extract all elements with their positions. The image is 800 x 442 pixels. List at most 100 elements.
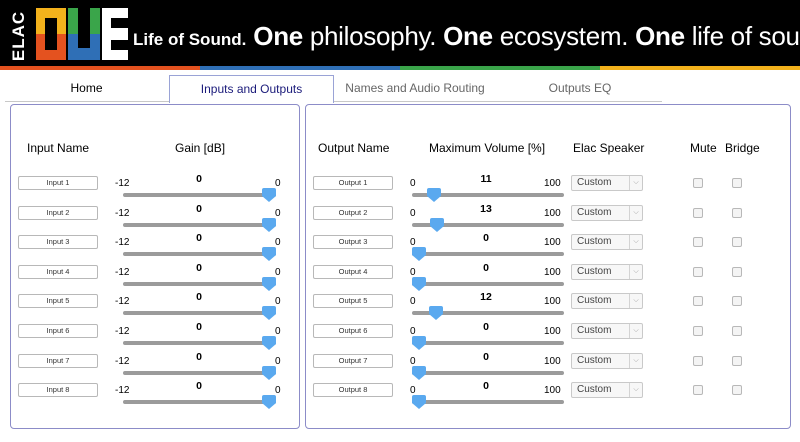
gain-slider-thumb[interactable] — [262, 306, 276, 321]
chevron-down-icon: ⌵ — [629, 205, 642, 220]
mute-checkbox[interactable] — [693, 207, 703, 218]
bridge-checkbox[interactable] — [732, 207, 742, 218]
gain-min-label: -12 — [115, 266, 130, 278]
volume-slider-thumb[interactable] — [428, 306, 443, 321]
elac-speaker-select-value: Custom — [577, 384, 612, 396]
gain-slider-track[interactable] — [123, 252, 276, 257]
gain-slider-track[interactable] — [123, 341, 276, 345]
one-logo — [36, 8, 128, 60]
bridge-checkbox[interactable] — [732, 385, 742, 396]
volume-max-label: 100 — [544, 296, 561, 308]
gain-slider-track[interactable] — [123, 400, 276, 405]
output-name-field[interactable]: Output 4 — [313, 264, 393, 279]
volume-slider-track[interactable] — [412, 252, 564, 257]
chevron-down-icon: ⌵ — [629, 235, 642, 250]
elac-speaker-select[interactable]: Custom ⌵ — [571, 293, 643, 310]
output-name-field[interactable]: Output 3 — [313, 235, 393, 250]
elac-speaker-select[interactable]: Custom ⌵ — [571, 382, 643, 399]
volume-slider-thumb[interactable] — [412, 336, 426, 350]
elac-speaker-select[interactable]: Custom ⌵ — [571, 352, 643, 369]
volume-slider-thumb[interactable] — [412, 276, 426, 291]
gain-min-label: -12 — [115, 207, 130, 219]
volume-slider-thumb[interactable] — [412, 365, 426, 380]
bridge-checkbox[interactable] — [732, 296, 742, 307]
mute-checkbox[interactable] — [693, 178, 703, 188]
bridge-checkbox[interactable] — [732, 237, 742, 248]
mute-checkbox[interactable] — [693, 296, 703, 307]
gain-slider-track[interactable] — [123, 281, 276, 286]
gain-slider-track[interactable] — [123, 370, 276, 375]
elac-speaker-select[interactable]: Custom ⌵ — [571, 175, 643, 191]
volume-slider-thumb[interactable] — [427, 188, 442, 202]
volume-max-label: 100 — [544, 326, 561, 337]
chevron-down-icon: ⌵ — [629, 383, 642, 398]
volume-value: 0 — [483, 321, 489, 333]
gain-value: 0 — [196, 232, 202, 245]
elac-speaker-select[interactable]: Custom ⌵ — [571, 323, 643, 339]
output-name-field[interactable]: Output 8 — [313, 383, 393, 398]
tab-outputs-eq[interactable]: Outputs EQ — [500, 75, 660, 102]
volume-slider-thumb[interactable] — [429, 217, 444, 232]
outputs-panel: Output Name Maximum Volume [%] Elac Spea… — [305, 104, 791, 429]
input-name-field[interactable]: Input 8 — [18, 383, 98, 398]
bridge-checkbox[interactable] — [732, 266, 742, 277]
elac-speaker-select-value: Custom — [577, 354, 612, 366]
elac-logo: ELAC — [8, 6, 34, 62]
bridge-checkbox[interactable] — [732, 326, 742, 336]
gain-slider-track[interactable] — [123, 222, 276, 227]
elac-speaker-select-value: Custom — [577, 325, 612, 336]
input-name-field[interactable]: Input 4 — [18, 264, 98, 279]
gain-slider-thumb[interactable] — [262, 247, 276, 262]
chevron-down-icon: ⌵ — [629, 264, 642, 279]
elac-speaker-select[interactable]: Custom ⌵ — [571, 263, 643, 280]
tab-home[interactable]: Home — [5, 75, 168, 102]
output-name-field[interactable]: Output 6 — [313, 324, 393, 338]
input-name-field[interactable]: Input 2 — [18, 205, 98, 220]
bridge-checkbox[interactable] — [732, 178, 742, 188]
input-name-header: Input Name — [27, 141, 90, 155]
gain-slider-thumb[interactable] — [262, 365, 276, 380]
elac-speaker-select[interactable]: Custom ⌵ — [571, 234, 643, 251]
tab-inputs-and-outputs[interactable]: Inputs and Outputs — [169, 75, 334, 103]
gain-slider-track[interactable] — [123, 311, 276, 316]
output-name-field[interactable]: Output 1 — [313, 176, 393, 190]
gain-slider-thumb[interactable] — [262, 276, 276, 291]
mute-checkbox[interactable] — [693, 237, 703, 248]
mute-checkbox[interactable] — [693, 355, 703, 366]
chevron-down-icon: ⌵ — [629, 176, 642, 190]
output-name-field[interactable]: Output 2 — [313, 205, 393, 220]
volume-slider-track[interactable] — [412, 281, 564, 286]
elac-speaker-select-value: Custom — [577, 265, 612, 277]
gain-slider-thumb[interactable] — [262, 188, 276, 202]
volume-max-label: 100 — [544, 178, 561, 189]
volume-max-label: 100 — [544, 355, 561, 367]
gain-slider-track[interactable] — [123, 193, 276, 197]
input-name-field[interactable]: Input 3 — [18, 235, 98, 250]
mute-checkbox[interactable] — [693, 385, 703, 396]
gain-slider-thumb[interactable] — [262, 395, 276, 410]
bridge-header: Bridge — [725, 141, 760, 155]
volume-min-label: 0 — [410, 296, 416, 308]
inputs-panel: Input Name Gain [dB] Input 1 -12 0 0 Input 2… — [10, 104, 300, 429]
mute-checkbox[interactable] — [693, 266, 703, 277]
volume-slider-thumb[interactable] — [412, 247, 426, 262]
input-name-field[interactable]: Input 7 — [18, 353, 98, 368]
input-name-field[interactable]: Input 1 — [18, 176, 98, 190]
volume-slider-track[interactable] — [412, 400, 564, 405]
output-name-field[interactable]: Output 5 — [313, 294, 393, 309]
gain-value: 0 — [196, 173, 202, 185]
input-name-field[interactable]: Input 6 — [18, 324, 98, 338]
elac-speaker-select[interactable]: Custom ⌵ — [571, 204, 643, 221]
input-name-field[interactable]: Input 5 — [18, 294, 98, 309]
volume-slider-track[interactable] — [412, 370, 564, 375]
output-name-field[interactable]: Output 7 — [313, 353, 393, 368]
volume-slider-thumb[interactable] — [412, 395, 426, 410]
elac-speaker-select-value: Custom — [577, 236, 612, 248]
gain-slider-thumb[interactable] — [262, 217, 276, 232]
gain-slider-thumb[interactable] — [262, 336, 276, 350]
gain-min-label: -12 — [115, 237, 130, 249]
tab-names-and-audio-routing[interactable]: Names and Audio Routing — [335, 75, 495, 102]
bridge-checkbox[interactable] — [732, 355, 742, 366]
volume-slider-track[interactable] — [412, 341, 564, 345]
mute-checkbox[interactable] — [693, 326, 703, 336]
